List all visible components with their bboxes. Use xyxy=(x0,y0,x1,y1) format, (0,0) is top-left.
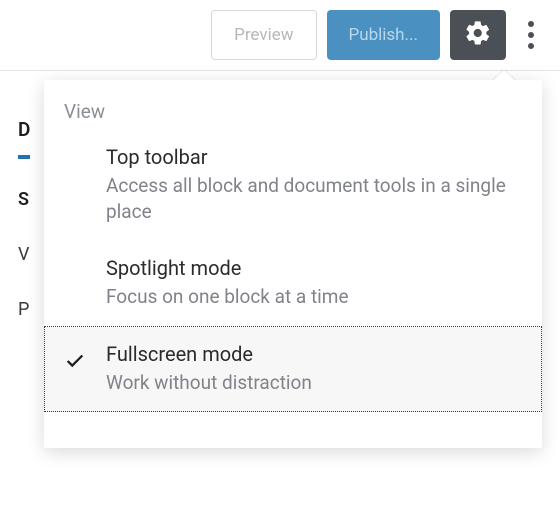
tab-document[interactable]: D xyxy=(18,100,30,159)
menu-item-description: Focus on one block at a time xyxy=(106,284,522,310)
more-options-button[interactable] xyxy=(516,10,546,60)
menu-item-description: Access all block and document tools in a… xyxy=(106,173,522,224)
publish-button[interactable]: Publish... xyxy=(327,10,441,60)
preview-button-label: Preview xyxy=(234,25,293,45)
menu-item-title: Fullscreen mode xyxy=(106,342,522,366)
options-popover: View Top toolbar Access all block and do… xyxy=(44,80,542,448)
menu-section-heading: View xyxy=(44,80,542,129)
menu-item-title: Spotlight mode xyxy=(106,256,522,280)
kebab-icon xyxy=(528,21,534,27)
menu-item-fullscreen-mode[interactable]: Fullscreen mode Work without distraction xyxy=(44,326,542,412)
settings-button[interactable] xyxy=(450,10,506,60)
preview-button[interactable]: Preview xyxy=(211,10,316,60)
toolbar-divider xyxy=(0,70,560,71)
check-icon xyxy=(64,350,86,372)
publish-button-label: Publish... xyxy=(349,25,419,45)
menu-item-spotlight-mode[interactable]: Spotlight mode Focus on one block at a t… xyxy=(44,240,542,326)
editor-toolbar: Preview Publish... xyxy=(0,0,560,70)
popover-pointer xyxy=(492,70,516,82)
menu-item-description: Work without distraction xyxy=(106,370,522,396)
menu-item-top-toolbar[interactable]: Top toolbar Access all block and documen… xyxy=(44,129,542,240)
menu-item-title: Top toolbar xyxy=(106,145,522,169)
gear-icon xyxy=(464,19,492,52)
